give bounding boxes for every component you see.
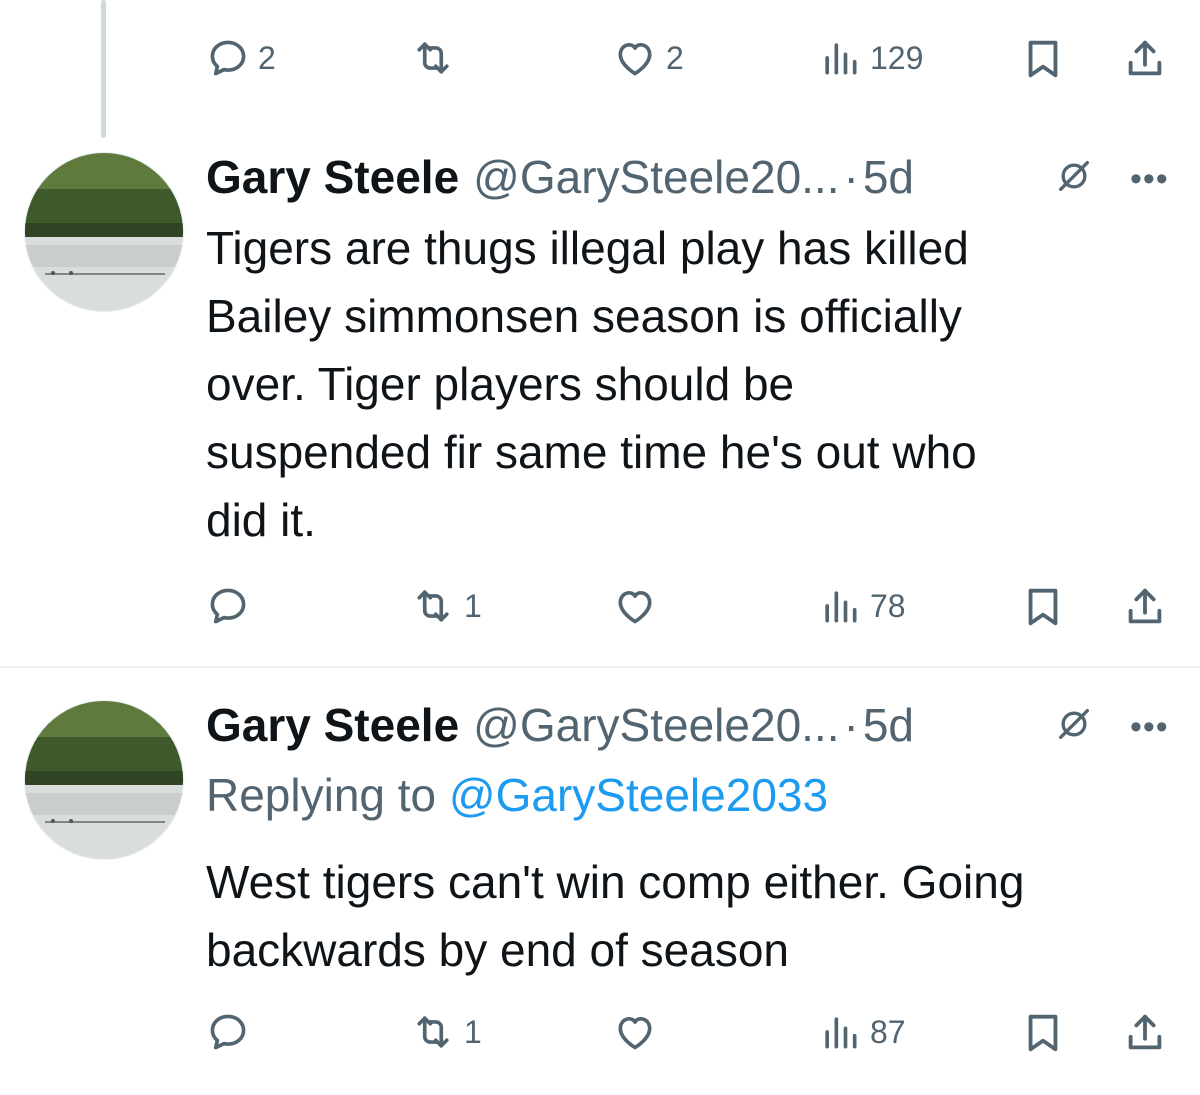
reply-button[interactable] xyxy=(206,1010,258,1054)
repost-count: 1 xyxy=(464,587,482,624)
share-icon xyxy=(1122,1010,1168,1056)
tweet-text-line: Tigers are thugs illegal play has killed xyxy=(206,222,969,274)
repost-button[interactable] xyxy=(410,36,464,80)
tweet-divider xyxy=(0,666,1200,668)
more-button[interactable]: ••• xyxy=(1130,708,1169,747)
bookmark-icon xyxy=(1020,584,1066,630)
reply-count: 2 xyxy=(258,39,276,76)
repost-icon xyxy=(410,584,456,628)
avatar-image xyxy=(25,153,183,311)
bookmark-icon xyxy=(1020,36,1066,82)
views-count: 87 xyxy=(870,1013,906,1050)
like-button[interactable] xyxy=(612,584,666,628)
display-name[interactable]: Gary Steele xyxy=(206,150,459,204)
tweet-text-line: West tigers can't win comp either. Going xyxy=(206,856,1025,908)
tweet-text-line: did it. xyxy=(206,494,316,546)
reply-icon xyxy=(206,584,250,628)
user-handle[interactable]: @GarySteele20... xyxy=(473,698,839,752)
views-count: 129 xyxy=(870,39,924,76)
tweet-text-line: suspended fir same time he's out who xyxy=(206,426,977,478)
heart-icon xyxy=(612,584,658,628)
repost-icon xyxy=(410,36,456,80)
reply-icon xyxy=(206,1010,250,1054)
reply-button[interactable]: 2 xyxy=(206,36,276,80)
more-icon: ••• xyxy=(1130,160,1169,198)
tweet-header: Gary Steele @GarySteele20... · 5d xyxy=(206,150,914,204)
reply-button[interactable] xyxy=(206,584,258,628)
views-icon xyxy=(818,36,862,80)
reply-icon xyxy=(206,36,250,80)
user-handle[interactable]: @GarySteele20... xyxy=(473,150,839,204)
avatar-image xyxy=(25,701,183,859)
bookmark-button[interactable] xyxy=(1020,36,1066,82)
more-icon: ••• xyxy=(1130,708,1169,746)
avatar[interactable] xyxy=(24,152,184,312)
grok-icon xyxy=(1054,704,1094,744)
share-button[interactable] xyxy=(1122,36,1168,82)
separator-dot: · xyxy=(843,699,859,751)
grok-icon xyxy=(1054,156,1094,196)
replying-to-label: Replying to xyxy=(206,769,449,821)
share-icon xyxy=(1122,36,1168,82)
views-icon xyxy=(818,1010,862,1054)
repost-icon xyxy=(410,1010,456,1054)
like-button[interactable]: 2 xyxy=(612,36,684,80)
thread-connector-line xyxy=(101,0,106,138)
more-button[interactable]: ••• xyxy=(1130,160,1169,199)
views-button[interactable]: 78 xyxy=(818,584,906,628)
views-button[interactable]: 129 xyxy=(818,36,923,80)
bookmark-button[interactable] xyxy=(1020,584,1066,630)
timestamp[interactable]: 5d xyxy=(863,698,914,752)
repost-button[interactable]: 1 xyxy=(410,1010,482,1054)
tweet-text-line: backwards by end of season xyxy=(206,924,790,976)
share-button[interactable] xyxy=(1122,584,1168,630)
heart-icon xyxy=(612,36,658,80)
like-count: 2 xyxy=(666,39,684,76)
replying-to-handle[interactable]: @GarySteele2033 xyxy=(449,769,828,821)
tweet-text-line: Bailey simmonsen season is officially xyxy=(206,290,962,342)
views-icon xyxy=(818,584,862,628)
tweet-text-line: over. Tiger players should be xyxy=(206,358,795,410)
timestamp[interactable]: 5d xyxy=(863,150,914,204)
grok-button[interactable] xyxy=(1054,156,1094,196)
grok-button[interactable] xyxy=(1054,704,1094,744)
separator-dot: · xyxy=(843,151,859,203)
views-count: 78 xyxy=(870,587,906,624)
tweet-text: West tigers can't win comp either. Going… xyxy=(206,848,1186,984)
repost-count: 1 xyxy=(464,1013,482,1050)
avatar[interactable] xyxy=(24,700,184,860)
views-button[interactable]: 87 xyxy=(818,1010,906,1054)
repost-button[interactable]: 1 xyxy=(410,584,482,628)
bookmark-button[interactable] xyxy=(1020,1010,1066,1056)
share-icon xyxy=(1122,584,1168,630)
share-button[interactable] xyxy=(1122,1010,1168,1056)
heart-icon xyxy=(612,1010,658,1054)
tweet-text: Tigers are thugs illegal play has killed… xyxy=(206,214,1186,554)
replying-to: Replying to @GarySteele2033 xyxy=(206,768,828,822)
bookmark-icon xyxy=(1020,1010,1066,1056)
like-button[interactable] xyxy=(612,1010,666,1054)
display-name[interactable]: Gary Steele xyxy=(206,698,459,752)
tweet-header: Gary Steele @GarySteele20... · 5d xyxy=(206,698,914,752)
